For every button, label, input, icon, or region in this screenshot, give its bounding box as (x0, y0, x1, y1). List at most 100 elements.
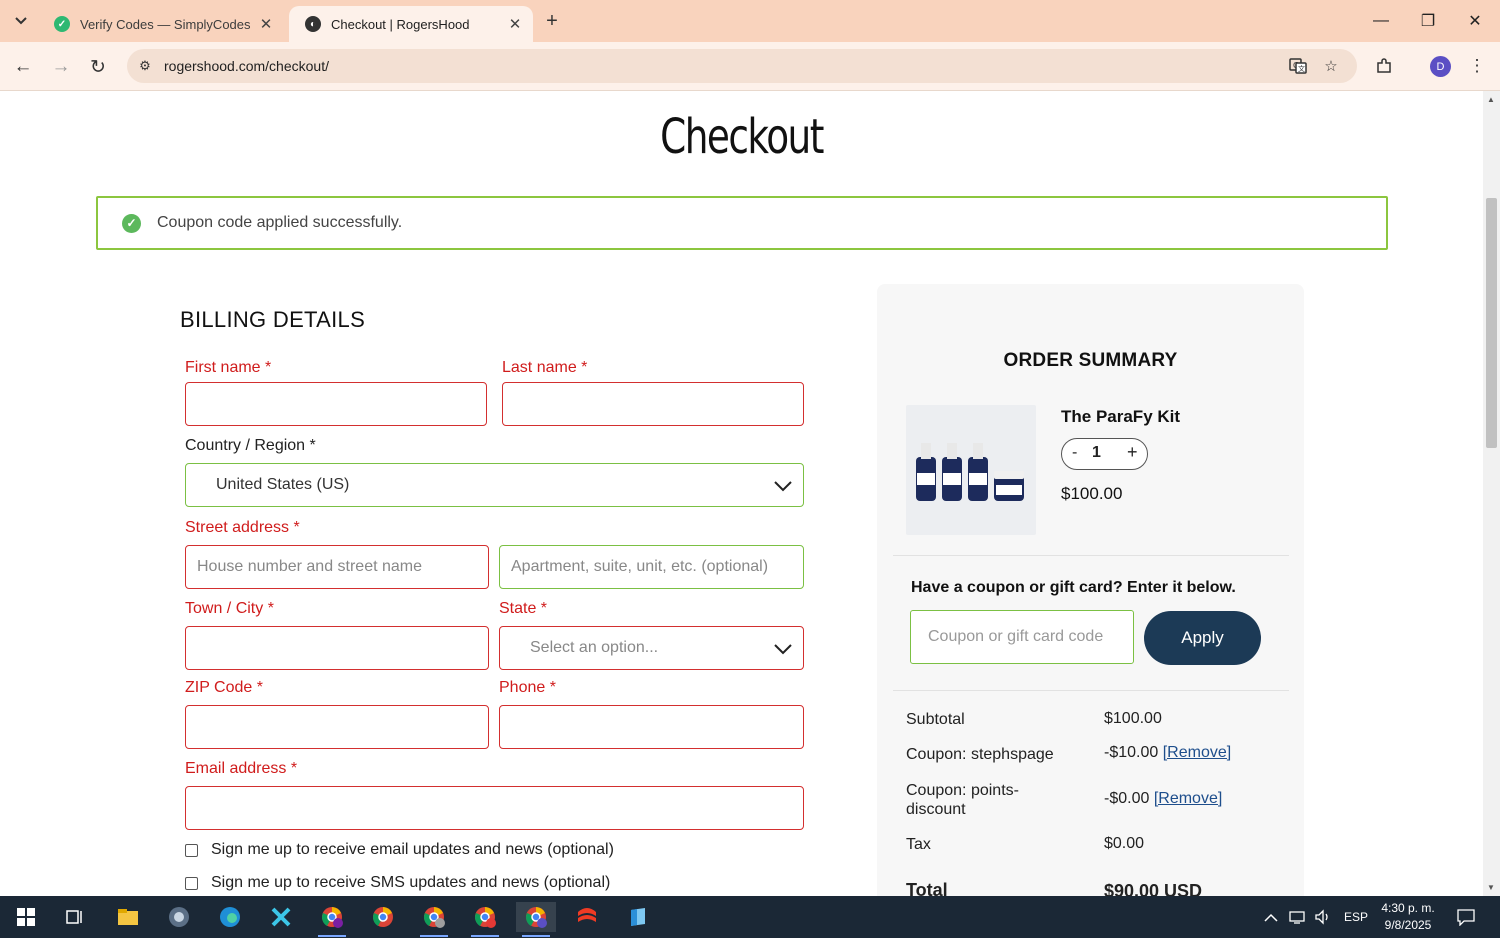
app-x-icon[interactable] (261, 902, 301, 932)
tab-search-icon[interactable] (8, 9, 34, 33)
sms-optin-checkbox[interactable] (185, 876, 198, 890)
product-price: $100.00 (1061, 484, 1123, 503)
first-name-field[interactable] (185, 382, 487, 426)
app-blue-icon[interactable] (618, 902, 658, 932)
check-circle-icon: ✓ (122, 213, 141, 233)
scroll-down-arrow-icon[interactable]: ▼ (1487, 883, 1495, 892)
phone-field[interactable] (499, 705, 804, 749)
chrome-profile-d-icon[interactable] (516, 902, 556, 937)
coupon-code-field[interactable]: Coupon or gift card code (910, 610, 1134, 664)
close-icon[interactable]: ✕ (256, 14, 276, 34)
taskbar-clock[interactable]: 4:30 p. m. 9/8/2025 (1378, 900, 1438, 934)
street-address-label: Street address * (185, 519, 300, 536)
zip-code-label: ZIP Code * (185, 679, 263, 696)
app-globe-icon[interactable] (159, 902, 199, 932)
notice-message: Coupon code applied successfully. (157, 214, 403, 231)
zip-code-field[interactable] (185, 705, 489, 749)
coupon-points-discount-label: Coupon: points-discount (906, 782, 1019, 818)
extensions-icon[interactable] (1371, 53, 1397, 79)
coupon-stephspage-row: -$10.00 [Remove] (1104, 744, 1231, 762)
tab-rogershood[interactable]: ◐ Checkout | RogersHood ✕ (289, 6, 533, 42)
success-notice: ✓ Coupon code applied successfully. (96, 196, 1388, 250)
tax-label: Tax (906, 836, 931, 853)
apply-coupon-button[interactable]: Apply (1144, 611, 1261, 665)
sms-optin-row[interactable]: Sign me up to receive SMS updates and ne… (185, 874, 610, 892)
order-summary-heading: ORDER SUMMARY (1003, 350, 1178, 371)
restore-button[interactable]: ❐ (1405, 0, 1451, 42)
email-optin-checkbox[interactable] (185, 843, 198, 857)
chrome-profile-icon[interactable] (414, 902, 454, 937)
url-text: rogershood.com/checkout/ (164, 58, 329, 74)
network-icon[interactable] (1288, 896, 1308, 938)
tab-simplycodes[interactable]: ✓ Verify Codes — SimplyCodes ✕ (38, 6, 284, 42)
quantity-stepper[interactable]: - 1 + (1061, 438, 1148, 470)
notifications-icon[interactable] (1456, 896, 1476, 938)
forward-button[interactable]: → (46, 52, 76, 82)
scroll-up-arrow-icon[interactable]: ▲ (1487, 95, 1495, 104)
menu-kebab-icon[interactable]: ⋮ (1464, 53, 1490, 79)
chrome-profile-m-icon[interactable] (312, 902, 352, 937)
anydesk-icon[interactable] (567, 902, 607, 932)
reload-button[interactable]: ↻ (83, 52, 113, 82)
coupon-stephspage-value: -$10.00 (1104, 744, 1159, 761)
back-button[interactable]: ← (8, 52, 38, 82)
divider (893, 690, 1289, 691)
divider (893, 555, 1289, 556)
billing-heading: BILLING DETAILS (180, 307, 366, 332)
remove-coupon-stephspage-link[interactable]: [Remove] (1163, 744, 1231, 761)
email-optin-label: Sign me up to receive email updates and … (211, 841, 614, 858)
chrome-icon[interactable] (363, 902, 403, 932)
close-icon[interactable]: ✕ (505, 14, 525, 34)
scrollbar-thumb[interactable] (1486, 198, 1497, 448)
total-value: $90.00 USD (1104, 881, 1203, 896)
rogershood-icon: ◐ (305, 16, 321, 32)
last-name-field[interactable] (502, 382, 804, 426)
street-address-field[interactable]: House number and street name (185, 545, 489, 589)
town-city-field[interactable] (185, 626, 489, 670)
bookmark-star-icon[interactable]: ☆ (1320, 55, 1342, 77)
remove-coupon-points-discount-link[interactable]: [Remove] (1154, 790, 1222, 807)
coupon-stephspage-label: Coupon: stephspage (906, 746, 1054, 763)
coupon-points-discount-value: -$0.00 (1104, 790, 1150, 807)
browser-tab-strip: ✓ Verify Codes — SimplyCodes ✕ ◐ Checkou… (0, 0, 1500, 42)
new-tab-button[interactable]: + (540, 9, 564, 33)
apartment-field[interactable]: Apartment, suite, unit, etc. (optional) (499, 545, 804, 589)
task-view-icon[interactable] (55, 902, 95, 932)
profile-avatar[interactable]: D (1430, 56, 1451, 77)
country-select[interactable]: United States (US) (185, 463, 804, 507)
state-select[interactable]: Select an option... (499, 626, 804, 670)
page-title: Checkout (660, 109, 824, 165)
qty-plus-button[interactable]: + (1127, 442, 1138, 463)
product-name: The ParaFy Kit (1061, 407, 1181, 426)
address-bar[interactable]: ⚙ rogershood.com/checkout/ G文 ☆ (127, 49, 1357, 83)
tray-overflow-icon[interactable] (1264, 896, 1278, 938)
checkout-page: Checkout ✓ Coupon code applied successfu… (0, 91, 1483, 896)
clock-date: 9/8/2025 (1384, 918, 1432, 932)
simplycodes-icon: ✓ (54, 16, 70, 32)
coupon-points-discount-row: -$0.00 [Remove] (1104, 790, 1222, 808)
country-value: United States (US) (216, 476, 350, 493)
page-scrollbar[interactable]: ▲ ▼ (1483, 91, 1500, 896)
qty-value[interactable]: 1 (1092, 444, 1101, 462)
site-info-icon[interactable]: ⚙ (137, 58, 153, 74)
language-indicator[interactable]: ESP (1344, 896, 1368, 938)
close-window-button[interactable]: ✕ (1452, 0, 1498, 42)
tab-title: Verify Codes — SimplyCodes (80, 16, 251, 32)
edge-browser-icon[interactable] (210, 902, 250, 932)
file-explorer-icon[interactable] (108, 902, 148, 932)
country-label: Country / Region * (185, 437, 316, 454)
svg-text:文: 文 (1298, 64, 1305, 73)
tab-title: Checkout | RogersHood (331, 16, 470, 32)
sms-optin-label: Sign me up to receive SMS updates and ne… (211, 874, 611, 891)
minimize-button[interactable]: — (1358, 0, 1404, 42)
translate-icon[interactable]: G文 (1287, 55, 1309, 77)
serum-bottles (916, 443, 1024, 501)
windows-start-icon[interactable] (6, 902, 46, 932)
email-field[interactable] (185, 786, 804, 830)
chrome-profile-red-icon[interactable] (465, 902, 505, 937)
qty-minus-button[interactable]: - (1072, 444, 1077, 462)
volume-icon[interactable] (1314, 896, 1332, 938)
email-optin-row[interactable]: Sign me up to receive email updates and … (185, 841, 614, 859)
subtotal-value: $100.00 (1104, 710, 1162, 727)
tax-value: $0.00 (1104, 835, 1145, 852)
